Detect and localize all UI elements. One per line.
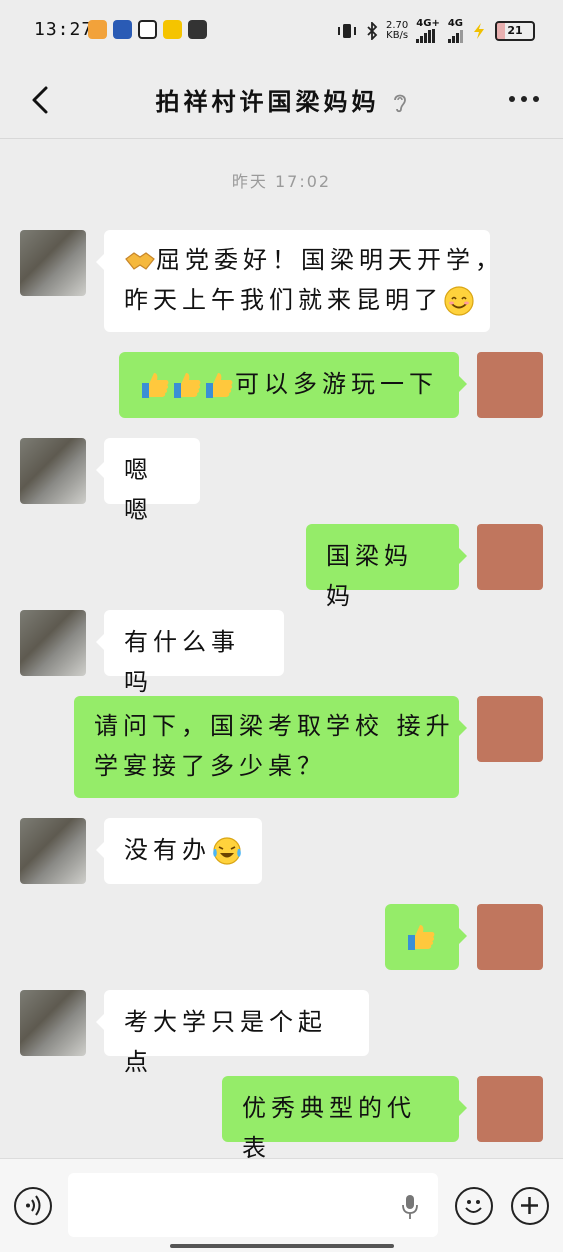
contact-avatar[interactable] [20, 610, 86, 676]
contact-avatar[interactable] [20, 230, 86, 296]
received-message-bubble[interactable]: 有什么事吗 [96, 610, 284, 696]
handshake-emoji-icon [125, 252, 155, 270]
app-notification-icon [138, 20, 157, 39]
message-input[interactable] [68, 1173, 438, 1237]
earpiece-mode-icon [393, 94, 406, 113]
signal-bars-icon [416, 29, 436, 43]
status-bar: 13:27 2.70 KB/s 4G+ 4G 21 [0, 0, 563, 60]
header-divider [0, 138, 563, 139]
thumbs-up-emoji-icon [206, 373, 233, 398]
sent-message-bubble[interactable] [385, 904, 467, 970]
received-message-bubble[interactable]: 没有办 [96, 818, 262, 884]
chat-title: 拍祥村许国梁妈妈 [0, 82, 563, 117]
contact-avatar[interactable] [20, 818, 86, 884]
taobao-icon [188, 20, 207, 39]
charging-bolt-icon [474, 22, 484, 39]
emoji-button-icon[interactable] [455, 1187, 493, 1225]
more-options-icon[interactable] [509, 96, 539, 102]
contact-avatar[interactable] [20, 438, 86, 504]
notification-icons [88, 20, 207, 39]
my-avatar[interactable] [477, 904, 543, 970]
received-message-bubble[interactable]: 考大学只是个起点 [96, 990, 369, 1076]
smile-emoji-icon [444, 286, 474, 316]
network-speed: 2.70 KB/s [386, 19, 409, 41]
thumbs-up-emoji-icon [408, 925, 435, 950]
my-avatar[interactable] [477, 524, 543, 590]
microphone-icon[interactable] [400, 1193, 420, 1221]
thumbs-up-emoji-icon [142, 373, 169, 398]
message-timestamp: 昨天 17:02 [231, 172, 332, 191]
bluetooth-icon [367, 21, 378, 40]
voice-input-icon[interactable] [14, 1187, 52, 1225]
signal-bars-icon [447, 29, 463, 43]
app-notification-icon [88, 20, 107, 39]
my-avatar[interactable] [477, 696, 543, 762]
more-functions-plus-icon[interactable] [511, 1187, 549, 1225]
app-notification-icon [113, 20, 132, 39]
received-message-bubble[interactable]: 嗯嗯 [96, 438, 200, 524]
system-status: 2.70 KB/s 4G+ 4G 21 [336, 18, 535, 43]
app-notification-icon [163, 20, 182, 39]
crying-laugh-emoji-icon [213, 837, 241, 865]
sent-message-bubble[interactable]: 优秀典型的代表 [222, 1076, 467, 1162]
clock: 13:27 [34, 19, 94, 40]
chat-header: 拍祥村许国梁妈妈 [0, 60, 563, 138]
battery-icon: 21 [495, 20, 535, 41]
my-avatar[interactable] [477, 1076, 543, 1142]
received-message-bubble[interactable]: 屈党委好！国梁明天开学， 昨天上午我们就来昆明了 [96, 230, 499, 332]
sent-message-bubble[interactable]: 请问下，国梁考取学校 接升 学宴接了多少桌？ [74, 696, 467, 798]
my-avatar[interactable] [477, 352, 543, 418]
message-composer [0, 1158, 563, 1252]
sent-message-bubble[interactable]: 可以多游玩一下 [119, 352, 467, 418]
sent-message-bubble[interactable]: 国梁妈妈 [306, 524, 467, 610]
signal-2: 4G [447, 18, 463, 43]
home-indicator[interactable] [170, 1244, 394, 1248]
signal-1: 4G+ [416, 18, 440, 43]
contact-avatar[interactable] [20, 990, 86, 1056]
thumbs-up-emoji-icon [174, 373, 201, 398]
vibrate-icon [338, 23, 357, 38]
